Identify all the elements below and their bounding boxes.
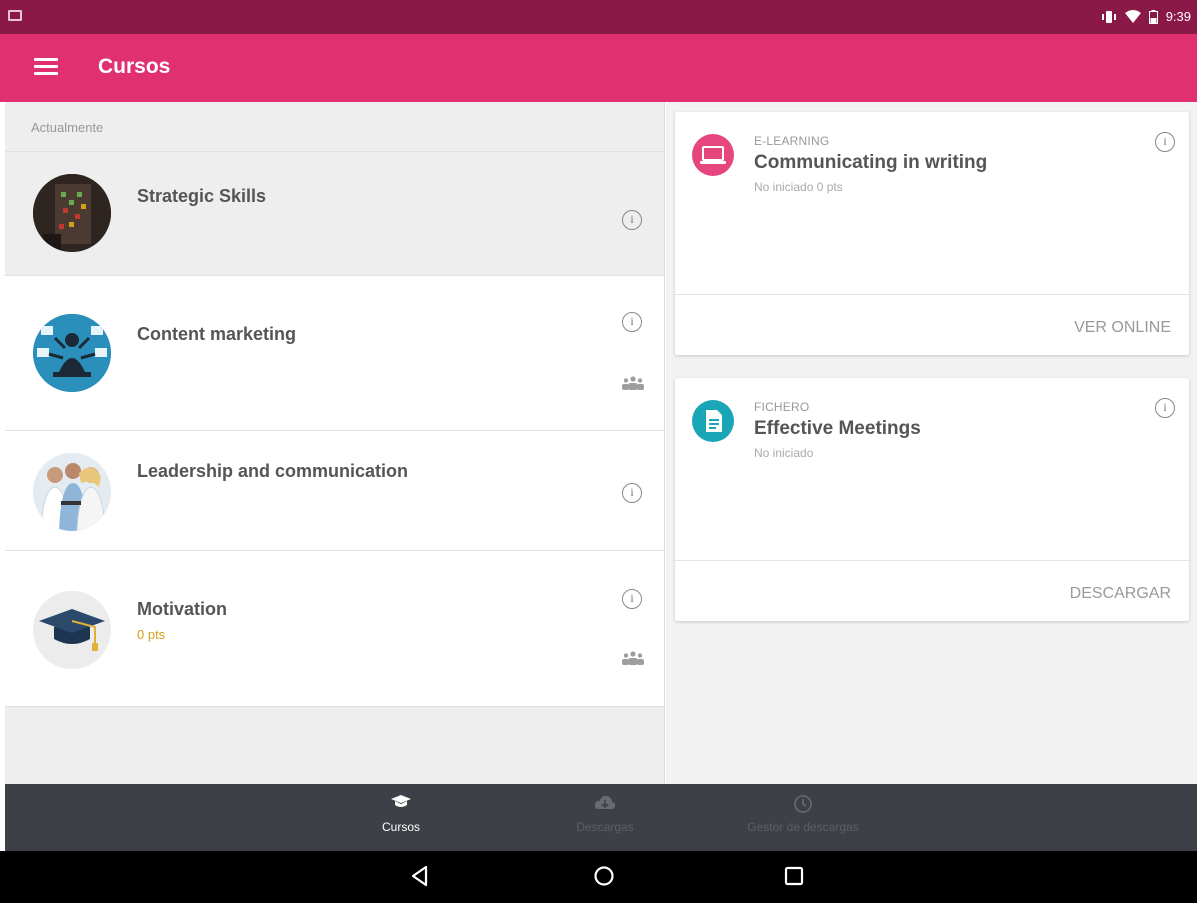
view-online-button[interactable]: VER ONLINE bbox=[1074, 319, 1171, 337]
status-icons: 9:39 bbox=[1101, 9, 1191, 24]
course-avatar bbox=[33, 453, 111, 531]
graduation-cap-icon bbox=[391, 795, 411, 807]
cloud-download-icon bbox=[594, 795, 616, 809]
info-icon[interactable]: i bbox=[1155, 398, 1175, 418]
content-card-elearning[interactable]: E-LEARNING Communicating in writing No i… bbox=[675, 112, 1189, 355]
document-icon bbox=[692, 400, 734, 442]
info-icon[interactable]: i bbox=[1155, 132, 1175, 152]
course-name: Leadership and communication bbox=[137, 461, 409, 481]
card-divider bbox=[675, 560, 1189, 561]
course-name: Motivation bbox=[137, 599, 227, 619]
course-item-leadership[interactable]: Leadership and communication i bbox=[5, 431, 664, 551]
system-navigation-bar bbox=[0, 851, 1197, 903]
info-icon[interactable]: i bbox=[622, 312, 642, 332]
screenshot-notification-icon bbox=[8, 10, 22, 21]
group-icon bbox=[622, 651, 644, 665]
course-points: 0 pts bbox=[137, 627, 166, 642]
nav-label: Cursos bbox=[381, 820, 420, 834]
clock-text: 9:39 bbox=[1165, 9, 1191, 24]
card-divider bbox=[675, 294, 1189, 295]
course-content-panel: E-LEARNING Communicating in writing No i… bbox=[666, 102, 1197, 784]
nav-item-gestor[interactable]: Gestor de descargas bbox=[723, 794, 883, 834]
status-bar: 9:39 bbox=[0, 0, 1197, 34]
info-icon[interactable]: i bbox=[622, 210, 642, 230]
content-type: E-LEARNING bbox=[754, 134, 830, 148]
nav-item-descargas[interactable]: Descargas bbox=[555, 794, 655, 834]
menu-icon[interactable] bbox=[34, 58, 58, 78]
nav-label: Descargas bbox=[576, 820, 634, 834]
content-title: Communicating in writing bbox=[754, 152, 988, 173]
battery-icon bbox=[1148, 9, 1158, 24]
content-title: Effective Meetings bbox=[754, 418, 921, 439]
nav-label: Gestor de descargas bbox=[747, 820, 859, 834]
download-button[interactable]: DESCARGAR bbox=[1070, 585, 1171, 603]
app-bar: Cursos bbox=[0, 34, 1197, 102]
graduation-cap-icon bbox=[33, 591, 111, 669]
vibrate-icon bbox=[1101, 10, 1116, 23]
content-status: No iniciado bbox=[754, 446, 814, 460]
clock-icon bbox=[794, 795, 812, 813]
course-item-motivation[interactable]: Motivation 0 pts i bbox=[5, 551, 664, 707]
recent-apps-icon[interactable] bbox=[784, 865, 804, 887]
info-icon[interactable]: i bbox=[622, 483, 642, 503]
content-status: No iniciado 0 pts bbox=[754, 180, 843, 194]
back-icon[interactable] bbox=[410, 865, 430, 887]
course-item-strategic-skills[interactable]: Strategic Skills i bbox=[5, 152, 664, 276]
page-title: Cursos bbox=[98, 55, 171, 78]
home-icon[interactable] bbox=[593, 865, 615, 887]
course-name: Strategic Skills bbox=[137, 186, 267, 206]
content-type: FICHERO bbox=[754, 400, 810, 414]
content-card-file[interactable]: FICHERO Effective Meetings No iniciado i… bbox=[675, 378, 1189, 621]
bottom-navigation: Cursos Descargas Gestor de descargas bbox=[5, 784, 1197, 851]
wifi-icon bbox=[1124, 10, 1141, 23]
info-icon[interactable]: i bbox=[622, 589, 642, 609]
section-header: Actualmente bbox=[5, 102, 664, 152]
group-icon bbox=[622, 376, 644, 390]
laptop-icon bbox=[692, 134, 734, 176]
nav-item-cursos[interactable]: Cursos bbox=[361, 794, 441, 834]
course-list: Actualmente Strategic Skills i Content m… bbox=[5, 102, 665, 784]
course-name: Content marketing bbox=[137, 324, 297, 344]
course-avatar bbox=[33, 174, 111, 252]
course-item-content-marketing[interactable]: Content marketing i bbox=[5, 276, 664, 431]
course-avatar bbox=[33, 314, 111, 392]
